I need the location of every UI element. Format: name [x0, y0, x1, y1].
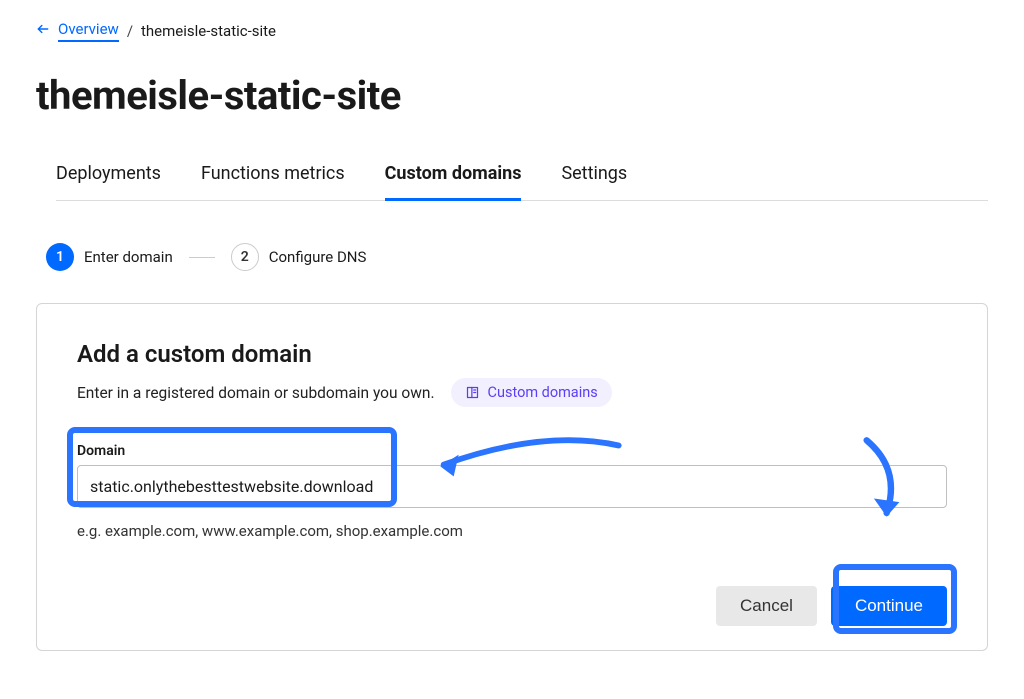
step-2-circle: 2	[231, 243, 259, 271]
breadcrumb-overview-link[interactable]: Overview	[58, 20, 119, 42]
arrow-left-icon[interactable]	[36, 22, 50, 40]
domain-label: Domain	[77, 443, 947, 459]
tabs: Deployments Functions metrics Custom dom…	[56, 155, 988, 201]
stepper: 1 Enter domain 2 Configure DNS	[46, 243, 988, 271]
domain-hint: e.g. example.com, www.example.com, shop.…	[77, 522, 947, 540]
tab-functions-metrics[interactable]: Functions metrics	[201, 155, 345, 201]
tab-settings[interactable]: Settings	[561, 155, 627, 201]
step-enter-domain: 1 Enter domain	[46, 243, 173, 271]
step-connector	[189, 257, 215, 258]
card-title: Add a custom domain	[77, 340, 947, 368]
tab-custom-domains[interactable]: Custom domains	[385, 155, 522, 201]
breadcrumb-separator: /	[125, 22, 135, 40]
tab-deployments[interactable]: Deployments	[56, 155, 161, 201]
form-actions: Cancel Continue	[77, 586, 947, 626]
step-1-label: Enter domain	[84, 248, 173, 266]
breadcrumb-current: themeisle-static-site	[141, 22, 276, 40]
step-1-circle: 1	[46, 243, 74, 271]
pill-label: Custom domains	[488, 384, 598, 401]
step-2-label: Configure DNS	[269, 248, 367, 266]
continue-button[interactable]: Continue	[831, 586, 947, 626]
cancel-button[interactable]: Cancel	[716, 586, 817, 626]
custom-domains-pill[interactable]: Custom domains	[451, 378, 612, 407]
breadcrumb: Overview / themeisle-static-site	[36, 20, 988, 42]
card-subtitle: Enter in a registered domain or subdomai…	[77, 384, 435, 402]
book-icon	[465, 385, 480, 400]
domain-form: Domain e.g. example.com, www.example.com…	[77, 443, 947, 626]
add-domain-card: Add a custom domain Enter in a registere…	[36, 303, 988, 651]
domain-input[interactable]	[77, 465, 947, 508]
page-title: themeisle-static-site	[36, 72, 988, 119]
step-configure-dns: 2 Configure DNS	[231, 243, 367, 271]
